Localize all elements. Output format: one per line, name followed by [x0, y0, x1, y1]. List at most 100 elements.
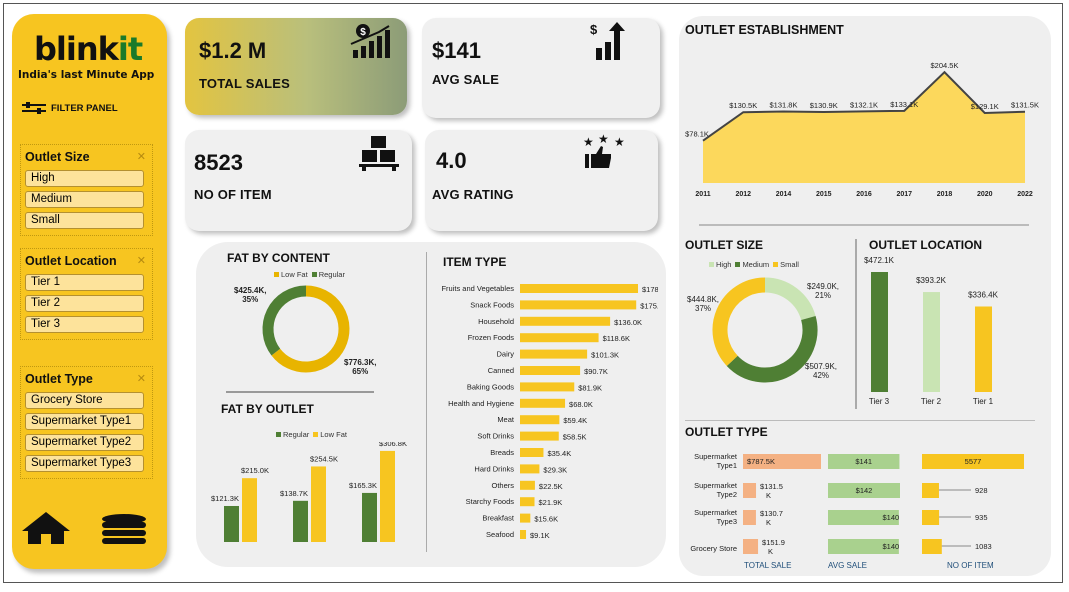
- category-label: Soft Drinks: [477, 432, 514, 441]
- divider: [699, 224, 1029, 226]
- svg-text:★: ★: [583, 135, 594, 149]
- filter-option-supermarket-type3[interactable]: Supermarket Type3: [25, 455, 144, 472]
- sliders-icon: [22, 102, 46, 114]
- avg-sale-label: $142: [856, 486, 873, 495]
- bar-value-label: $306.8K: [379, 442, 407, 448]
- bar-value-label: $254.5K: [310, 454, 338, 463]
- no-of-item-label: 5577: [965, 457, 982, 466]
- bar-value-label: $22.5K: [539, 482, 563, 491]
- divider: [855, 239, 857, 409]
- fat-lowfat-label: $776.3K, 65%: [344, 358, 377, 376]
- bar-value-label: $138.7K: [280, 489, 308, 498]
- total-sale-label: $787.5K: [747, 457, 775, 466]
- donut-slice-regular: [262, 285, 307, 356]
- svg-text:$: $: [590, 22, 598, 37]
- filter-option-small[interactable]: Small: [25, 212, 144, 229]
- brand-logo: blinkit: [34, 30, 143, 68]
- outlet-type-table: SupermarketType1 $787.5K $141 5577Supermark…: [690, 452, 1024, 570]
- total-sale-bar: [743, 539, 759, 554]
- database-icon[interactable]: [100, 514, 148, 544]
- item-bar: [520, 349, 588, 359]
- item-type-title: ITEM TYPE: [443, 255, 507, 269]
- category-label: Canned: [488, 366, 514, 375]
- filter-option-supermarket-type2[interactable]: Supermarket Type2: [25, 434, 144, 451]
- filter-option-medium[interactable]: Medium: [25, 191, 144, 208]
- location-bar: [975, 306, 992, 392]
- kpi-value: 8523: [194, 150, 243, 175]
- column-header: AVG SALE: [828, 561, 867, 570]
- size-high-label: $249.0K, 21%: [807, 282, 840, 300]
- total-sale-label: $151.9: [762, 538, 785, 547]
- donut-slice-medium: [726, 316, 818, 383]
- no-of-item-bar: [922, 483, 939, 498]
- legend-regular: Regular: [283, 430, 310, 439]
- legend-regular: Regular: [318, 270, 345, 279]
- filter-option-high[interactable]: High: [25, 170, 144, 187]
- filter-option-tier-3[interactable]: Tier 3: [25, 316, 144, 333]
- data-label: $129.1K: [971, 102, 999, 111]
- bar-value-label: $81.9K: [578, 383, 602, 392]
- data-label: $133.1K: [890, 100, 918, 109]
- filter-option-grocery-store[interactable]: Grocery Store: [25, 392, 144, 409]
- bar-value-label: $35.4K: [547, 449, 571, 458]
- bar-regular: [362, 492, 377, 542]
- column-header: NO OF ITEM: [947, 561, 994, 570]
- clear-filter-icon[interactable]: ✕: [137, 254, 146, 267]
- x-tick-label: 2011: [695, 191, 710, 198]
- legend-small: Small: [780, 260, 799, 269]
- item-bar: [520, 316, 611, 326]
- bar-value-label: $59.4K: [563, 416, 587, 425]
- data-label: $131.5K: [1011, 101, 1039, 110]
- item-bar: [520, 300, 637, 310]
- x-tick-label: 2018: [937, 191, 953, 198]
- category-label: Health and Hygiene: [448, 399, 514, 408]
- filter-option-supermarket-type1[interactable]: Supermarket Type1: [25, 413, 144, 430]
- data-label: $130.5K: [729, 101, 757, 110]
- brand-tagline: India's last Minute App: [18, 69, 155, 81]
- category-label: Seafood: [486, 530, 514, 539]
- fat-content-legend: Low Fat Regular: [270, 270, 345, 279]
- item-bar: [520, 480, 535, 490]
- establishment-chart: $78.1K 2011 $130.5K 2012 $131.8K 2014 $130.9K 2…: [685, 61, 1039, 198]
- x-tick-label: 2022: [1017, 191, 1033, 198]
- x-tick-label: 2017: [896, 191, 912, 198]
- total-sale-label: K: [766, 518, 771, 527]
- filter-option-tier-1[interactable]: Tier 1: [25, 274, 144, 291]
- size-small-label: $444.8K, 37%: [687, 295, 720, 313]
- category-label: Dairy: [496, 350, 514, 359]
- outlet-location-filter: Outlet Location ✕ Tier 1 Tier 2 Tier 3: [20, 248, 153, 340]
- fat-item-panel: FAT BY CONTENT Low Fat Regular $425.4K, 35…: [196, 242, 666, 567]
- clear-filter-icon[interactable]: ✕: [137, 372, 146, 385]
- filter-panel-header[interactable]: FILTER PANEL: [21, 102, 118, 114]
- svg-text:$: $: [360, 27, 366, 38]
- boxes-icon: [359, 136, 399, 171]
- bar-value-label: $21.9K: [539, 498, 563, 507]
- x-tick-label: 2020: [977, 191, 993, 198]
- category-label: Starchy Foods: [466, 497, 515, 506]
- item-bar: [520, 530, 527, 539]
- bar-low-fat: [311, 466, 326, 542]
- x-tick-label: Tier 2: [921, 397, 942, 406]
- kpi-value: $141: [432, 38, 481, 63]
- svg-text:★: ★: [598, 134, 609, 146]
- filter-sidebar: blinkit India's last Minute App FILTER P…: [12, 14, 167, 569]
- bar-value-label: $472.1K: [864, 256, 894, 265]
- category-label: Baking Goods: [467, 382, 514, 391]
- item-bar: [520, 382, 575, 392]
- category-label: Hard Drinks: [474, 464, 514, 473]
- filter-option-tier-2[interactable]: Tier 2: [25, 295, 144, 312]
- filter-panel-label: FILTER PANEL: [51, 102, 118, 114]
- item-bar: [520, 448, 544, 457]
- bar-value-label: $121.3K: [211, 494, 239, 503]
- total-sale-label: K: [766, 491, 771, 500]
- area-fill: [703, 72, 1025, 183]
- thumbs-up-stars-icon: ★ ★ ★: [583, 134, 625, 168]
- avg-sale-label: $141: [855, 457, 872, 466]
- row-label: Supermarket: [694, 481, 738, 490]
- home-icon[interactable]: [20, 511, 72, 545]
- total-sale-label: $131.5: [760, 482, 783, 491]
- data-label: $132.1K: [850, 100, 878, 109]
- x-tick-label: Tier 3: [869, 397, 890, 406]
- clear-filter-icon[interactable]: ✕: [137, 150, 146, 163]
- no-of-item-bar: [922, 510, 940, 525]
